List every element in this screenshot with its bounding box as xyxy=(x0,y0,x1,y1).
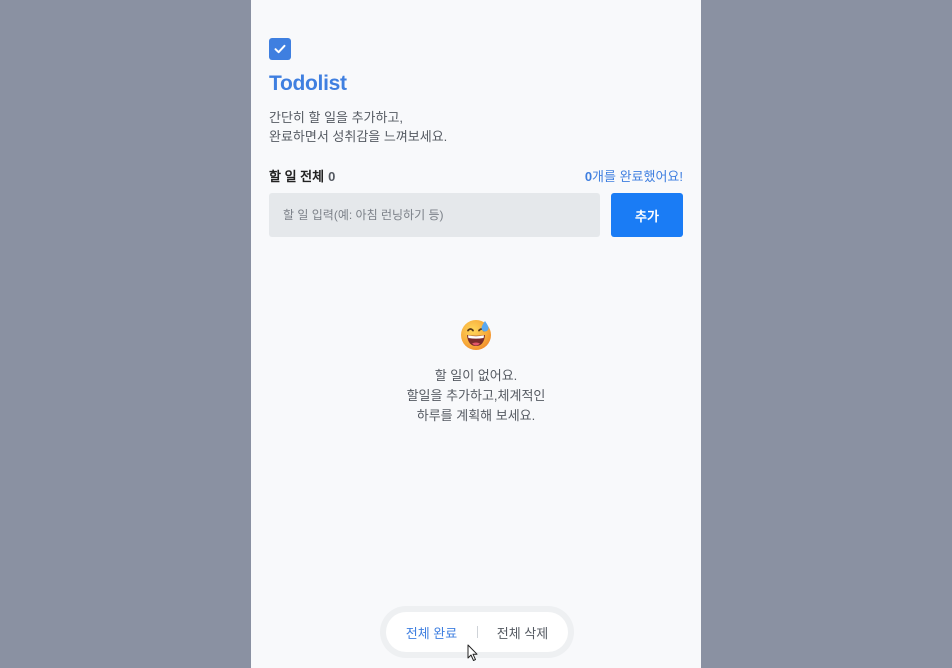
mouse-cursor-icon xyxy=(467,644,479,662)
done-count-value: 0 xyxy=(584,169,593,184)
total-count-value: 0 xyxy=(328,169,336,184)
app-title: Todolist xyxy=(269,72,347,95)
add-button[interactable]: 추가 xyxy=(611,193,683,237)
done-count: 0개를 완료했어요! xyxy=(585,166,683,185)
description-line: 간단히 할 일을 추가하고, xyxy=(269,110,404,125)
empty-state-message: 할 일이 없어요. 할일을 추가하고,체계적인 하루를 계획해 보세요. xyxy=(251,366,701,426)
delete-all-button[interactable]: 전체 삭제 xyxy=(477,612,568,652)
complete-all-button[interactable]: 전체 완료 xyxy=(386,612,477,652)
todo-app: Todolist 간단히 할 일을 추가하고, 완료하면서 성취감을 느껴보세요… xyxy=(251,0,701,668)
description-line: 완료하면서 성취감을 느껴보세요. xyxy=(269,129,448,144)
total-count: 할 일 전체 0 xyxy=(269,166,335,185)
empty-state-line: 할일을 추가하고,체계적인 xyxy=(406,388,546,403)
empty-state-line: 할 일이 없어요. xyxy=(434,368,518,383)
total-count-label: 할 일 전체 xyxy=(269,169,325,184)
grinning-sweat-emoji-icon xyxy=(458,316,494,352)
app-description: 간단히 할 일을 추가하고, 완료하면서 성취감을 느껴보세요. xyxy=(269,108,447,146)
empty-state-line: 하루를 계획해 보세요. xyxy=(416,408,536,423)
checkbox-checked-icon xyxy=(269,38,291,60)
done-count-suffix: 개를 완료했어요! xyxy=(592,169,683,184)
todo-input[interactable] xyxy=(269,193,600,237)
count-row: 할 일 전체 0 0개를 완료했어요! xyxy=(269,166,683,184)
